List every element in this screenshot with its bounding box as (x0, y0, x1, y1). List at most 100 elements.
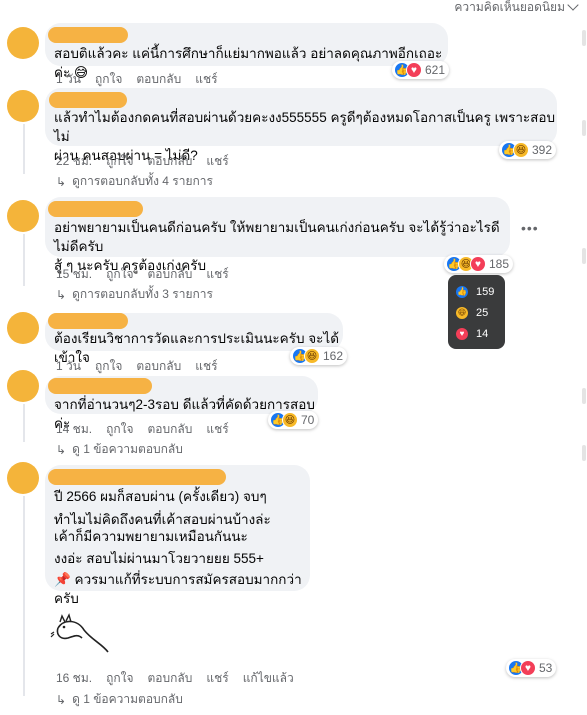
reaction-count: 70 (301, 413, 315, 427)
like-button[interactable]: ถูกใจ (106, 669, 133, 688)
share-button[interactable]: แชร์ (195, 357, 217, 376)
reply-button[interactable]: ตอบกลับ (148, 152, 193, 171)
avatar[interactable] (7, 462, 39, 494)
reaction-summary[interactable]: 👍 ♥ 621 (392, 61, 450, 79)
sort-dropdown[interactable]: ความคิดเห็นยอดนิยม (454, 0, 579, 14)
comment-time[interactable]: 1 วัน (56, 70, 81, 89)
comment-text-line: 📌 ควรมาแก้ที่ระบบการสมัครสอบมากกว่าครับ (54, 572, 302, 606)
comment-actions: 22 ชม. ถูกใจ ตอบกลับ แชร์ (56, 152, 229, 171)
reaction-breakdown-count: 14 (476, 327, 489, 340)
view-replies-label: ดูการตอบกลับทั้ง 4 รายการ (72, 174, 213, 188)
haha-icon: 😆 (513, 142, 529, 158)
view-replies-label: ดูการตอบกลับทั้ง 3 รายการ (72, 287, 213, 301)
redacted-name[interactable] (48, 313, 128, 329)
scrollbar-marker (582, 248, 586, 264)
redacted-name[interactable] (48, 201, 143, 217)
view-replies-link[interactable]: ↳ ดู 1 ข้อความตอบกลับ (56, 440, 183, 459)
heart-icon: ♥ (520, 660, 536, 676)
comment-text-line: ปี 2566 ผมก็สอบผ่าน (ครั้งเดียว) จบๆ (54, 489, 267, 504)
more-options-icon[interactable]: ••• (521, 220, 539, 236)
comment-time[interactable]: 1 วัน (56, 357, 81, 376)
reaction-breakdown-count: 25 (476, 306, 489, 319)
thread-line (23, 496, 25, 696)
reply-arrow-icon: ↳ (56, 287, 67, 302)
reaction-summary[interactable]: 👍 😆 70 (268, 411, 319, 429)
comment-actions: 1 วัน ถูกใจ ตอบกลับ แชร์ (56, 70, 218, 89)
like-button[interactable]: ถูกใจ (106, 265, 133, 284)
avatar[interactable] (7, 312, 39, 344)
comment-actions: 14 ชม. ถูกใจ ตอบกลับ แชร์ (56, 420, 229, 439)
chevron-down-icon (567, 0, 579, 11)
redacted-name[interactable] (48, 378, 152, 394)
reaction-count: 162 (323, 349, 344, 363)
reaction-summary[interactable]: 👍 😆 162 (290, 347, 348, 365)
comment-time[interactable]: 14 ชม. (56, 420, 92, 439)
thread-line (23, 124, 25, 174)
reply-button[interactable]: ตอบกลับ (136, 70, 181, 89)
share-button[interactable]: แชร์ (195, 70, 217, 89)
share-button[interactable]: แชร์ (206, 420, 228, 439)
sticker-image (50, 613, 109, 653)
reaction-count: 621 (425, 63, 446, 77)
reaction-summary[interactable]: 👍 😆 ♥ 185 (444, 255, 514, 273)
reply-arrow-icon: ↳ (56, 174, 67, 189)
avatar[interactable] (7, 90, 39, 122)
comment-actions: 1 วัน ถูกใจ ตอบกลับ แชร์ (56, 357, 218, 376)
comment-actions: 15 ชม. ถูกใจ ตอบกลับ แชร์ (56, 265, 229, 284)
comment-time[interactable]: 15 ชม. (56, 265, 92, 284)
avatar[interactable] (7, 27, 39, 59)
avatar[interactable] (7, 200, 39, 232)
reaction-summary[interactable]: 👍 ♥ 53 (506, 659, 557, 677)
comment-bubble: แล้วทำไมต้องกดคนที่สอบผ่านด้วยคะงง555555… (45, 88, 557, 163)
sort-label: ความคิดเห็นยอดนิยม (454, 0, 565, 14)
comment-actions: 16 ชม. ถูกใจ ตอบกลับ แชร์ แก้ไขแล้ว (56, 669, 294, 688)
like-button[interactable]: ถูกใจ (106, 152, 133, 171)
reply-button[interactable]: ตอบกลับ (136, 357, 181, 376)
reaction-breakdown-tooltip: 👍 159 😆 25 ♥ 14 (448, 275, 505, 349)
share-button[interactable]: แชร์ (206, 152, 228, 171)
view-replies-link[interactable]: ↳ ดูการตอบกลับทั้ง 3 รายการ (56, 285, 213, 304)
share-button[interactable]: แชร์ (206, 265, 228, 284)
comment-text-line: งงอ่ะ สอบไม่ผ่านมาโวยวายยย 555+ (54, 551, 264, 566)
comment-bubble: สอบติแล้วคะ แค่นี้การศึกษาก็แย่มากพอแล้ว… (45, 23, 448, 80)
edited-label[interactable]: แก้ไขแล้ว (243, 669, 294, 688)
reply-arrow-icon: ↳ (56, 692, 67, 707)
haha-icon: 😆 (456, 306, 468, 319)
reaction-summary[interactable]: 👍 😆 392 (499, 141, 557, 159)
scrollbar-marker (582, 445, 586, 461)
reply-arrow-icon: ↳ (56, 442, 67, 457)
comment-time[interactable]: 22 ชม. (56, 152, 92, 171)
like-button[interactable]: ถูกใจ (95, 70, 122, 89)
reply-button[interactable]: ตอบกลับ (148, 265, 193, 284)
reaction-breakdown-count: 159 (476, 285, 495, 298)
reply-button[interactable]: ตอบกลับ (148, 420, 193, 439)
thread-line (23, 234, 25, 286)
avatar[interactable] (7, 370, 39, 402)
comment-bubble: อย่าพยายามเป็นคนดีก่อนครับ ให้พยายามเป็น… (45, 197, 510, 273)
scrollbar[interactable] (581, 0, 587, 715)
redacted-name[interactable] (49, 92, 127, 108)
heart-icon: ♥ (406, 62, 422, 78)
reaction-breakdown-love: ♥ 14 (456, 323, 497, 344)
redacted-name[interactable] (48, 469, 226, 485)
redacted-name[interactable] (48, 27, 128, 43)
thread-line (23, 404, 25, 442)
view-replies-label: ดู 1 ข้อความตอบกลับ (72, 442, 183, 456)
reaction-count: 185 (489, 257, 510, 271)
view-replies-label: ดู 1 ข้อความตอบกลับ (72, 692, 183, 706)
scrollbar-thumb[interactable] (582, 30, 586, 46)
reaction-count: 392 (532, 143, 553, 157)
share-button[interactable]: แชร์ (206, 669, 228, 688)
view-replies-link[interactable]: ↳ ดูการตอบกลับทั้ง 4 รายการ (56, 172, 213, 191)
reply-button[interactable]: ตอบกลับ (148, 669, 193, 688)
like-button[interactable]: ถูกใจ (95, 357, 122, 376)
comment-time[interactable]: 16 ชม. (56, 669, 92, 688)
like-button[interactable]: ถูกใจ (106, 420, 133, 439)
reaction-count: 53 (539, 661, 553, 675)
heart-icon: ♥ (456, 327, 468, 340)
comment-text-line: เค้าก็มีความพยายามเหมือนกันนะ (54, 529, 248, 544)
heart-icon: ♥ (470, 256, 486, 272)
view-replies-link[interactable]: ↳ ดู 1 ข้อความตอบกลับ (56, 690, 183, 709)
haha-icon: 😆 (282, 412, 298, 428)
comment-bubble: ต้องเรียนวิชาการวัดและการประเมินนะครับ จ… (45, 313, 343, 365)
